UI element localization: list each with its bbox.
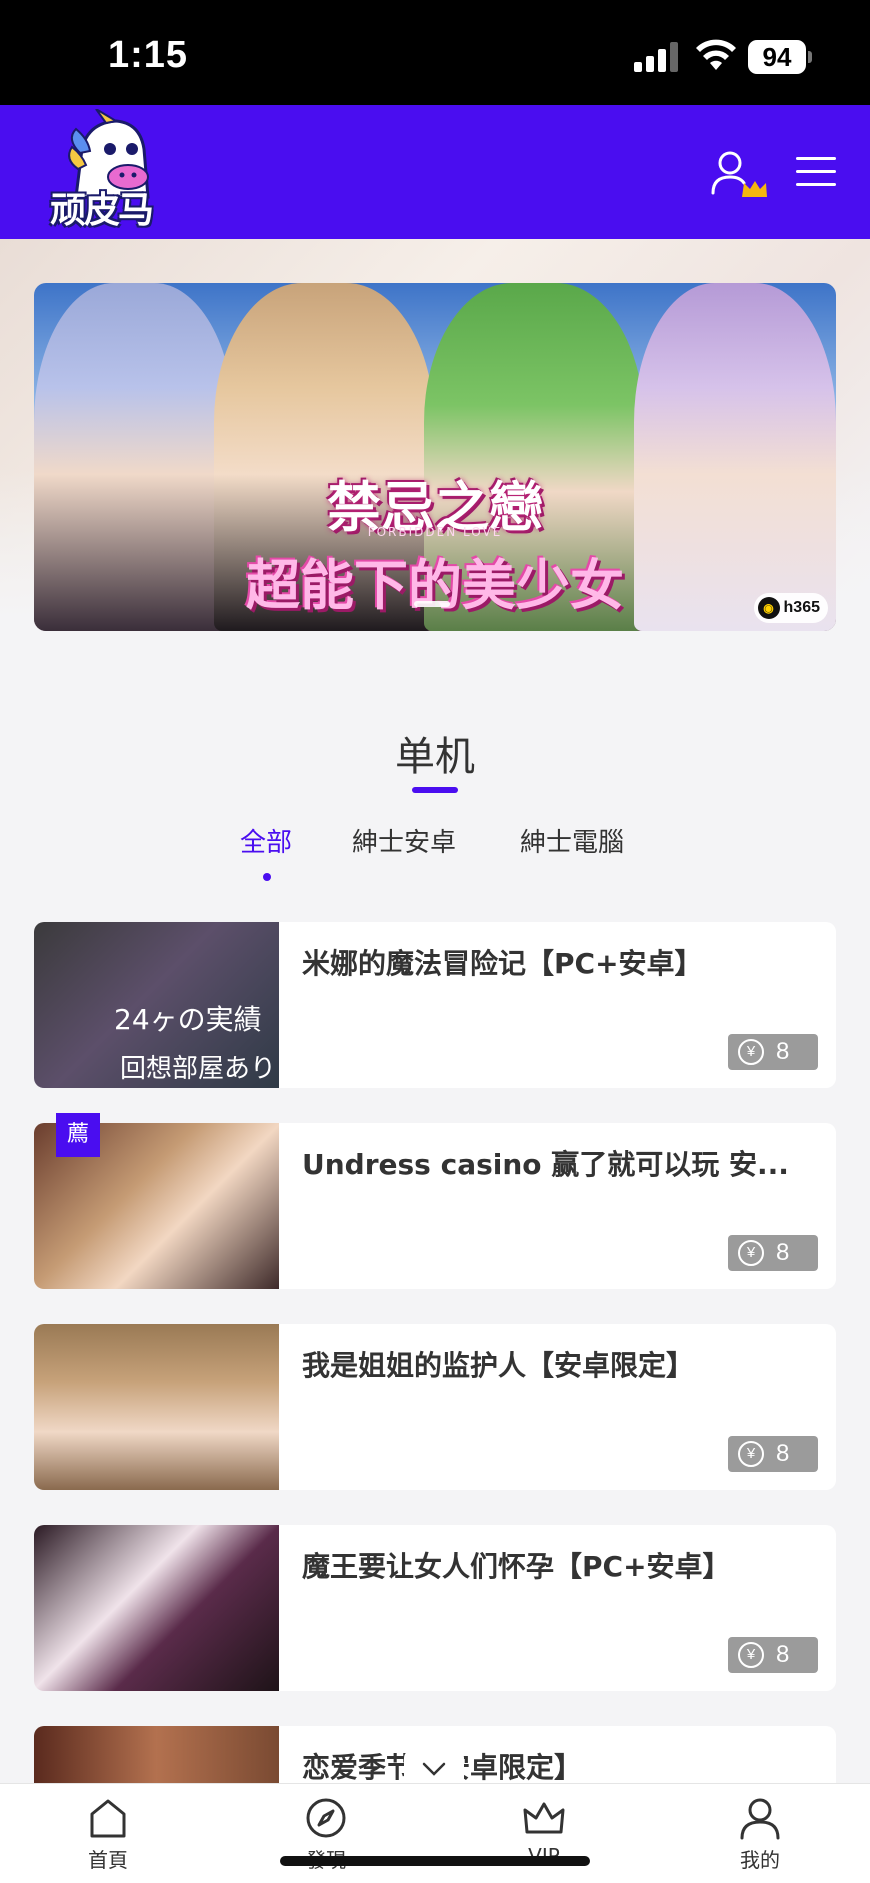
- compass-icon: [306, 1798, 346, 1838]
- category-tabs: 全部 紳士安卓 紳士電腦: [0, 822, 870, 882]
- thumbnail-caption: 24ヶの実績: [114, 1003, 262, 1036]
- price-value: 8: [776, 1038, 790, 1065]
- active-tab-dot: [263, 873, 271, 881]
- tab-gentleman-pc[interactable]: 紳士電腦: [520, 822, 624, 859]
- steering-wheel-icon: ◉: [757, 597, 780, 619]
- game-title: 魔王要让女人们怀孕【PC+安卓】: [302, 1550, 731, 1583]
- home-icon: [90, 1799, 126, 1838]
- nav-label: 我的: [740, 1848, 780, 1872]
- tab-all[interactable]: 全部: [240, 822, 292, 859]
- game-title: Undress casino 赢了就可以玩 安...: [302, 1148, 789, 1181]
- price-tag: ¥ 8: [728, 1637, 818, 1673]
- signal-icon: [634, 42, 680, 72]
- banner-subtitle: FORBIDDEN LOVE: [367, 525, 503, 539]
- logo-text: 顽皮马: [49, 190, 154, 231]
- game-card[interactable]: 魔王要让女人们怀孕【PC+安卓】 ¥ 8: [34, 1525, 836, 1691]
- game-title: 米娜的魔法冒险记【PC+安卓】: [302, 947, 703, 980]
- banner-badge-text: h365: [783, 599, 820, 616]
- game-card[interactable]: 24ヶの実績 回想部屋あり 米娜的魔法冒险记【PC+安卓】 ¥ 8: [34, 922, 836, 1088]
- nav-home[interactable]: 首頁: [48, 1796, 168, 1873]
- yen-coin-icon: ¥: [738, 1441, 764, 1467]
- user-crown-icon: [711, 151, 767, 197]
- game-card[interactable]: 薦 Undress casino 赢了就可以玩 安... ¥ 8: [34, 1113, 836, 1289]
- price-tag: ¥ 8: [728, 1235, 818, 1271]
- banner-tagline: 超能下的美少女: [246, 554, 624, 617]
- yen-coin-icon: ¥: [738, 1039, 764, 1065]
- banner-source-badge: ◉ h365: [753, 593, 828, 623]
- price-value: 8: [776, 1641, 790, 1668]
- nav-label: 首頁: [88, 1848, 128, 1872]
- section-title: 单机: [395, 734, 475, 780]
- page: 1:15 94 顽皮马 禁忌之戀 FORBIDDEN LOVE 超能下的美少女 …: [0, 0, 870, 1883]
- yen-coin-icon: ¥: [738, 1240, 764, 1266]
- tab-gentleman-android[interactable]: 紳士安卓: [352, 822, 456, 859]
- app-header: 顽皮马: [0, 105, 870, 239]
- yen-coin-icon: ¥: [738, 1642, 764, 1668]
- status-time: 1:15: [108, 34, 189, 76]
- game-card[interactable]: 我是姐姐的监护人【安卓限定】 ¥ 8: [34, 1324, 836, 1490]
- game-title: 我是姐姐的监护人【安卓限定】: [302, 1349, 695, 1382]
- battery-level: 94: [748, 40, 806, 74]
- wifi-icon: [696, 39, 736, 70]
- nav-profile[interactable]: 我的: [700, 1796, 820, 1873]
- recommended-badge: 薦: [56, 1113, 100, 1157]
- game-thumbnail: [34, 1525, 279, 1691]
- game-thumbnail: [34, 1324, 279, 1490]
- promo-banner[interactable]: 禁忌之戀 FORBIDDEN LOVE 超能下的美少女 ◉ h365: [34, 283, 836, 631]
- price-value: 8: [776, 1239, 790, 1266]
- game-title: 恋爱季节【安卓限定】: [302, 1746, 812, 1786]
- battery-tip: [808, 51, 812, 63]
- section-underline: [412, 787, 458, 793]
- user-icon: [740, 1798, 780, 1840]
- price-value: 8: [776, 1440, 790, 1467]
- bottom-navigation: 首頁 發現 VIP 我的: [0, 1783, 870, 1883]
- menu-button[interactable]: [796, 157, 836, 187]
- crown-icon: [523, 1802, 565, 1834]
- user-vip-button[interactable]: [710, 149, 768, 199]
- price-tag: ¥ 8: [728, 1034, 818, 1070]
- logo[interactable]: 顽皮马: [36, 108, 166, 235]
- status-bar: 1:15 94: [0, 0, 870, 105]
- game-thumbnail: 24ヶの実績 回想部屋あり: [34, 922, 279, 1088]
- carousel-indicator[interactable]: [414, 601, 450, 607]
- price-tag: ¥ 8: [728, 1436, 818, 1472]
- home-indicator: [280, 1856, 590, 1866]
- thumbnail-caption: 回想部屋あり: [120, 1054, 277, 1084]
